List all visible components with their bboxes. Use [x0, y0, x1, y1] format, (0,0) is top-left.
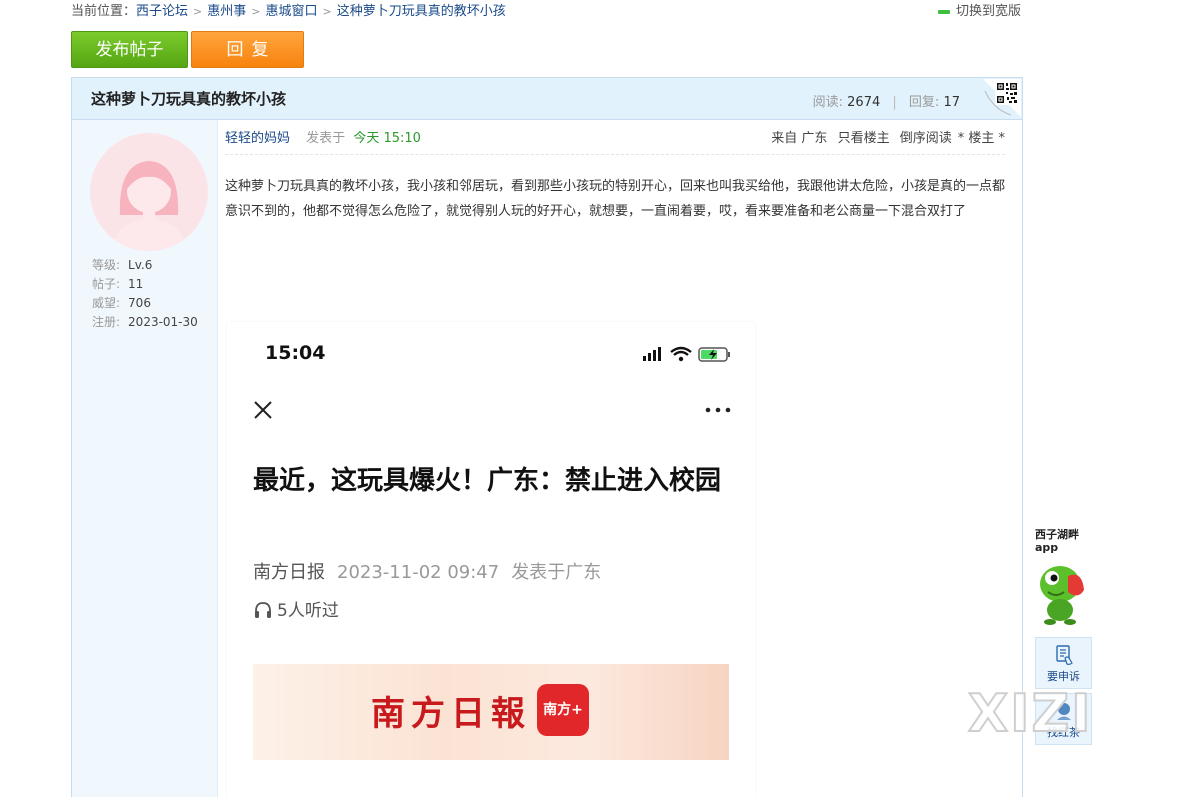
post-content: 这种萝卜刀玩具真的教坏小孩，我小孩和邻居玩，看到那些小孩玩的特别开心，回来也叫我… [225, 179, 1006, 219]
listen-count: 5人听过 [253, 596, 339, 621]
wide-layout-label: 切换到宽版 [956, 4, 1022, 19]
app-promo[interactable]: 西子湖畔 app [1035, 528, 1095, 554]
post-location: 来自 广东 [771, 131, 828, 146]
app-promo-subtitle: app [1035, 541, 1059, 554]
news-headline: 最近，这玩具爆火！广东：禁止进入校园 [253, 466, 722, 496]
news-source-line: 南方日报 2023-11-02 09:47 发表于广东 [253, 558, 601, 584]
newspaper-logo-text: 南方日報 [371, 694, 531, 734]
post-meta: 轻轻的妈妈 发表于 今天 15:10 来自 广东 只看楼主 倒序阅读 * 楼主 * [225, 129, 1005, 155]
more-options-icon[interactable] [705, 402, 731, 418]
newspaper-banner: 南方日報 南方+ [253, 664, 729, 760]
thread-title: 这种萝卜刀玩具真的教坏小孩 [91, 90, 287, 108]
app-promo-title: 西子湖畔 [1035, 528, 1079, 541]
news-date: 2023-11-02 09:47 [337, 562, 500, 583]
chevron-right-icon: > [322, 5, 332, 18]
author-name-link[interactable]: 轻轻的妈妈 [225, 131, 290, 146]
avatar[interactable] [90, 133, 208, 251]
thread-stats: 阅读: 2674 | 回复: 17 [813, 91, 960, 110]
reply-button[interactable]: 回复 [191, 31, 304, 68]
phone-clock: 15:04 [265, 342, 326, 364]
chevron-right-icon: > [251, 5, 261, 18]
chevron-right-icon: > [193, 5, 203, 18]
wide-layout-toggle[interactable]: 切换到宽版 [938, 2, 1021, 22]
post-actions: 来自 广东 只看楼主 倒序阅读 * 楼主 * [765, 129, 1005, 149]
breadcrumb-thread[interactable]: 这种萝卜刀玩具真的教坏小孩 [337, 4, 506, 19]
breadcrumb-forum[interactable]: 西子论坛 [136, 4, 188, 19]
author-stats: 等级: Lv.6 帖子: 11 威望: 706 注册: 2023-01-30 [92, 256, 198, 332]
complain-button[interactable]: 要申诉 [1035, 637, 1092, 689]
reverse-order-link[interactable]: 倒序阅读 [900, 131, 952, 146]
headphones-icon [255, 602, 271, 618]
close-icon[interactable] [253, 400, 273, 420]
floor-label: * 楼主 * [957, 131, 1005, 146]
stats-divider: | [892, 95, 897, 110]
nanfang-plus-logo: 南方+ [537, 684, 589, 736]
complain-label: 要申诉 [1047, 670, 1080, 683]
posted-label: 发表于 [306, 131, 346, 146]
thread-container: 这种萝卜刀玩具真的教坏小孩 阅读: 2674 | 回复: 17 等级: Lv.6… [71, 77, 1023, 797]
breadcrumb-subboard[interactable]: 惠城窗口 [265, 4, 317, 19]
breadcrumb-board[interactable]: 惠州事 [207, 4, 246, 19]
phone-status-icons [643, 346, 730, 362]
author-reputation: 威望: 706 [92, 296, 151, 310]
toggle-dash-icon [938, 9, 950, 14]
author-registered: 注册: 2023-01-30 [92, 315, 198, 329]
thread-header: 这种萝卜刀玩具真的教坏小孩 阅读: 2674 | 回复: 17 [72, 78, 1022, 120]
author-level: 等级: Lv.6 [92, 258, 153, 272]
breadcrumb: 当前位置：西子论坛 > 惠州事 > 惠城窗口 > 这种萝卜刀玩具真的教坏小孩 [71, 2, 506, 22]
embedded-news-screenshot[interactable]: 15:04 最近，这玩具爆火！广东：禁止进入校园 南方日报 2023-11-02 … [227, 322, 755, 797]
views-count: 2674 [847, 95, 881, 110]
default-avatar-icon [112, 161, 186, 251]
new-post-button[interactable]: 发布帖子 [71, 31, 188, 68]
mascot-icon[interactable] [1034, 556, 1090, 626]
author-posts: 帖子: 11 [92, 277, 144, 291]
author-sidebar: 等级: Lv.6 帖子: 11 威望: 706 注册: 2023-01-30 [72, 120, 218, 797]
only-op-link[interactable]: 只看楼主 [838, 131, 890, 146]
news-location: 发表于广东 [511, 562, 602, 583]
posted-time: 今天 15:10 [353, 131, 421, 146]
news-source: 南方日报 [253, 562, 325, 583]
document-hand-icon [1055, 645, 1073, 665]
replies-count: 17 [943, 95, 960, 110]
breadcrumb-prefix: 当前位置： [71, 4, 137, 19]
xizi-watermark: XIZI [967, 683, 1093, 745]
views-label: 阅读: [812, 95, 844, 110]
replies-label: 回复: [908, 95, 940, 110]
qr-code-icon[interactable] [983, 79, 1021, 117]
